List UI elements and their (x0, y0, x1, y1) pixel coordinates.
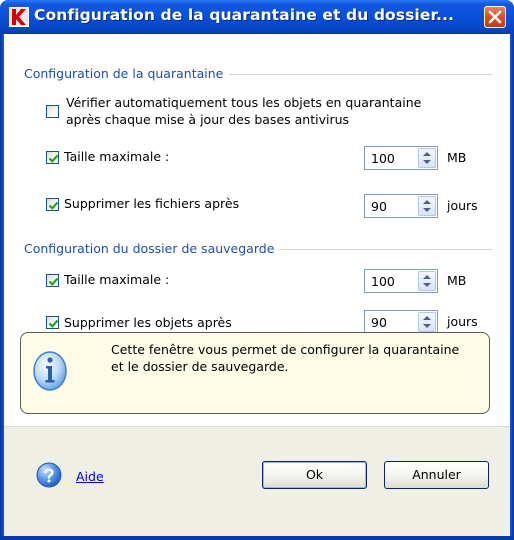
backup-max-size-spinbox[interactable] (364, 269, 438, 293)
close-icon (488, 10, 502, 24)
quarantine-delete-after-spinner[interactable] (418, 196, 436, 216)
dialog-window: Configuration de la quarantaine et du do… (0, 0, 514, 540)
backup-max-size-unit: MB (447, 273, 467, 288)
window-title: Configuration de la quarantaine et du do… (34, 6, 454, 24)
quarantine-group-title: Configuration de la quarantaine (24, 66, 230, 81)
auto-scan-checkbox[interactable] (46, 105, 59, 118)
quarantine-delete-after-unit: jours (447, 198, 478, 213)
info-text-line1: Cette fenêtre vous permet de configurer … (111, 342, 460, 357)
checkmark-icon (48, 154, 59, 163)
spin-arrows-icon (423, 316, 431, 328)
quarantine-max-size-spinner[interactable] (418, 148, 436, 168)
backup-group-title: Configuration du dossier de sauvegarde (24, 241, 281, 256)
window-frame-right (510, 34, 514, 540)
backup-max-size-spinner[interactable] (418, 271, 436, 291)
help-icon[interactable] (36, 462, 62, 488)
quarantine-delete-after-label: Supprimer les fichiers après (64, 196, 240, 211)
quarantine-max-size-unit: MB (447, 150, 467, 165)
quarantine-delete-after-input[interactable] (365, 195, 417, 217)
info-icon (33, 351, 67, 391)
backup-delete-after-spinner[interactable] (418, 312, 436, 332)
backup-delete-after-checkbox[interactable] (46, 316, 59, 329)
cancel-button[interactable]: Annuler (384, 461, 489, 489)
backup-max-size-input[interactable] (365, 270, 417, 292)
help-link[interactable]: Aide (76, 469, 104, 484)
spin-arrows-icon (423, 152, 431, 164)
auto-scan-label-line2: après chaque mise à jour des bases antiv… (66, 112, 350, 127)
backup-delete-after-spinbox[interactable] (364, 310, 438, 334)
info-text-line2: et le dossier de sauvegarde. (111, 359, 289, 374)
spin-arrows-icon (423, 200, 431, 212)
quarantine-max-size-input[interactable] (365, 147, 417, 169)
checkmark-icon (48, 277, 59, 286)
ok-button[interactable]: Ok (262, 461, 367, 489)
backup-delete-after-label: Supprimer les objets après (64, 315, 232, 330)
quarantine-max-size-label: Taille maximale : (64, 149, 170, 164)
auto-scan-label-line1: Vérifier automatiquement tous les objets… (66, 95, 422, 110)
backup-delete-after-input[interactable] (365, 311, 417, 333)
backup-max-size-checkbox[interactable] (46, 274, 59, 287)
backup-delete-after-unit: jours (447, 314, 478, 329)
quarantine-max-size-spinbox[interactable] (364, 146, 438, 170)
window-frame-bottom (0, 536, 514, 540)
title-bar[interactable]: Configuration de la quarantaine et du do… (0, 0, 514, 34)
checkmark-icon (48, 319, 59, 328)
quarantine-max-size-checkbox[interactable] (46, 151, 59, 164)
spin-arrows-icon (423, 275, 431, 287)
kaspersky-logo-icon (9, 7, 29, 27)
info-text: Cette fenêtre vous permet de configurer … (111, 341, 481, 375)
backup-max-size-label: Taille maximale : (64, 272, 170, 287)
checkmark-icon (48, 201, 59, 210)
info-panel: Cette fenêtre vous permet de configurer … (20, 332, 490, 414)
quarantine-delete-after-spinbox[interactable] (364, 194, 438, 218)
close-button[interactable] (484, 6, 506, 28)
quarantine-delete-after-checkbox[interactable] (46, 198, 59, 211)
